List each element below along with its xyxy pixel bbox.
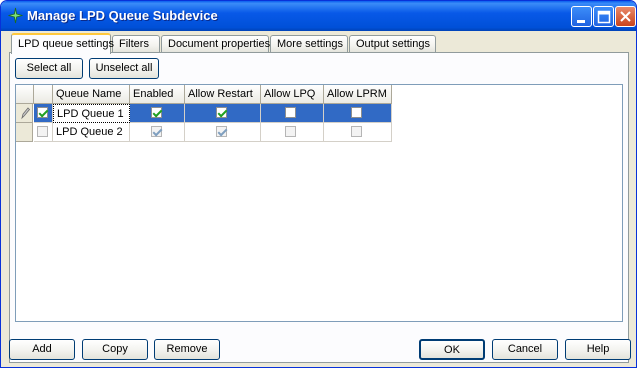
app-star-icon — [7, 7, 24, 24]
allow-restart-checkbox[interactable] — [216, 107, 227, 118]
allow-lpq-checkbox[interactable] — [285, 126, 296, 137]
dialog-window: Manage LPD Queue Subdevice LPD queue set… — [0, 0, 637, 368]
pencil-icon — [21, 107, 31, 120]
window-title: Manage LPD Queue Subdevice — [27, 8, 218, 23]
enabled-checkbox[interactable] — [151, 126, 162, 137]
allow-restart-cell[interactable] — [185, 104, 261, 123]
tab-panel-lpd-queue-settings: Select all Unselect all Queue Name Enabl… — [9, 52, 629, 363]
enabled-cell[interactable] — [130, 123, 185, 142]
close-icon — [620, 11, 631, 22]
table-row[interactable]: LPD Queue 1 — [16, 104, 392, 123]
title-bar[interactable]: Manage LPD Queue Subdevice — [1, 1, 636, 31]
cancel-button[interactable]: Cancel — [492, 339, 558, 360]
tab-lpd-queue-settings[interactable]: LPD queue settings — [11, 33, 115, 54]
header-checkbox-col[interactable] — [34, 85, 53, 104]
allow-restart-checkbox[interactable] — [216, 126, 227, 137]
select-all-button[interactable]: Select all — [15, 58, 83, 79]
remove-button[interactable]: Remove — [154, 339, 220, 360]
table-row[interactable]: LPD Queue 2 — [16, 123, 392, 142]
row-select-cell[interactable] — [34, 123, 53, 142]
grid-header-row: Queue Name Enabled Allow Restart Allow L… — [16, 85, 392, 104]
enabled-checkbox[interactable] — [151, 107, 162, 118]
ok-button[interactable]: OK — [419, 339, 485, 360]
tab-label: Output settings — [356, 38, 430, 50]
header-allow-lpq[interactable]: Allow LPQ — [261, 85, 324, 104]
header-queue-name[interactable]: Queue Name — [53, 85, 130, 104]
header-enabled[interactable]: Enabled — [130, 85, 185, 104]
tab-label: Document properties — [168, 38, 271, 50]
tab-document-properties[interactable]: Document properties — [161, 35, 271, 52]
dialog-client: LPD queue settings Filters Document prop… — [5, 31, 632, 364]
row-indicator[interactable] — [16, 123, 33, 142]
allow-lpq-cell[interactable] — [261, 123, 324, 142]
queue-name-cell[interactable]: LPD Queue 1 — [53, 104, 130, 123]
help-button[interactable]: Help — [565, 339, 631, 360]
maximize-icon — [597, 10, 611, 24]
unselect-all-button[interactable]: Unselect all — [89, 58, 159, 79]
row-indicator[interactable] — [16, 104, 33, 123]
queue-name-cell[interactable]: LPD Queue 2 — [53, 123, 130, 142]
minimize-button[interactable] — [571, 6, 592, 27]
maximize-button[interactable] — [593, 6, 614, 27]
allow-lpq-cell[interactable] — [261, 104, 324, 123]
row-select-checkbox[interactable] — [37, 107, 48, 118]
tab-label: LPD queue settings — [18, 38, 115, 50]
tab-label: More settings — [277, 38, 344, 50]
allow-lprm-checkbox[interactable] — [351, 107, 362, 118]
allow-lprm-cell[interactable] — [324, 104, 392, 123]
tab-more-settings[interactable]: More settings — [270, 35, 348, 52]
row-select-checkbox[interactable] — [37, 126, 48, 137]
minimize-icon — [577, 20, 585, 23]
allow-lprm-cell[interactable] — [324, 123, 392, 142]
enabled-cell[interactable] — [130, 104, 185, 123]
tab-output-settings[interactable]: Output settings — [349, 35, 436, 52]
copy-button[interactable]: Copy — [82, 339, 148, 360]
tab-filters[interactable]: Filters — [112, 35, 160, 52]
tab-label: Filters — [119, 38, 149, 50]
queue-grid[interactable]: Queue Name Enabled Allow Restart Allow L… — [15, 84, 623, 322]
allow-lprm-checkbox[interactable] — [351, 126, 362, 137]
close-button[interactable] — [615, 6, 636, 27]
add-button[interactable]: Add — [9, 339, 75, 360]
header-allow-restart[interactable]: Allow Restart — [185, 85, 261, 104]
header-allow-lprm[interactable]: Allow LPRM — [324, 85, 392, 104]
allow-restart-cell[interactable] — [185, 123, 261, 142]
allow-lpq-checkbox[interactable] — [285, 107, 296, 118]
row-select-cell[interactable] — [34, 104, 53, 123]
header-row-indicator — [16, 85, 34, 104]
button-bar: Add Copy Remove OK Cancel Help — [5, 336, 632, 364]
